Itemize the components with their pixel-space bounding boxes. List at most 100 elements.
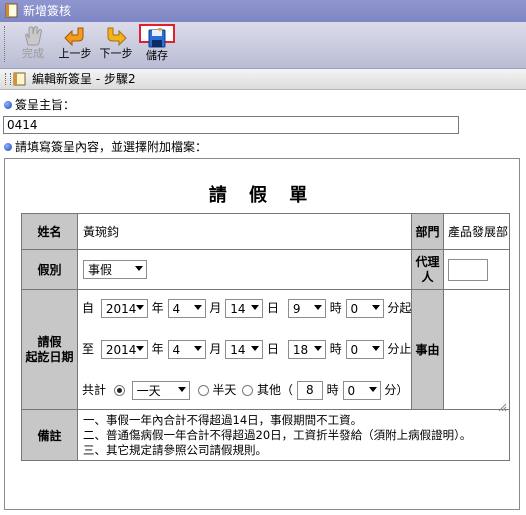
chevron-down-icon (135, 346, 144, 351)
end-hour-value: 18 (292, 343, 309, 357)
toolbar-grip[interactable] (4, 26, 7, 62)
leave-type-value: 事假 (88, 263, 113, 277)
start-minute-select[interactable]: 0 (345, 299, 384, 318)
end-hour-select[interactable]: 18 (287, 340, 326, 359)
next-step-button[interactable]: 下一步 (97, 24, 135, 64)
end-row: 至 2014 年 4 月 14 日 18 時 0 分止 (82, 340, 411, 359)
form-title: 請 假 單 (208, 185, 316, 206)
start-month-value: 4 (172, 302, 181, 316)
period-cell: 自 2014 年 4 月 14 日 9 時 0 分起 至 2014 年 4 月 … (77, 289, 412, 410)
prev-step-button[interactable]: 上一步 (56, 24, 94, 64)
start-hour-value: 9 (292, 302, 301, 316)
arrow-right-icon (107, 27, 127, 47)
start-suffix: 分起 (387, 301, 412, 315)
step-bar-grip (5, 73, 11, 85)
end-day-value: 14 (230, 343, 246, 357)
other-label: 其他（ (257, 383, 294, 397)
end-day-select[interactable]: 14 (225, 340, 264, 359)
subject-label: 簽呈主旨： (4, 98, 75, 113)
hour-unit: 時 (329, 342, 342, 356)
dept-label: 部門 (411, 213, 444, 250)
prev-step-label: 上一步 (58, 47, 92, 60)
other-minute-unit: 分） (384, 383, 409, 397)
end-month-select[interactable]: 4 (167, 340, 206, 359)
end-month-value: 4 (172, 343, 181, 357)
chevron-down-icon (135, 305, 144, 310)
window-titlebar: 新增簽核 (0, 0, 526, 22)
day-unit: 日 (267, 301, 280, 315)
subject-input[interactable]: 0414 (3, 116, 459, 134)
chevron-down-icon (251, 346, 260, 351)
end-minute-value: 0 (350, 343, 359, 357)
start-prefix: 自 (82, 301, 95, 315)
end-year-select[interactable]: 2014 (100, 340, 148, 359)
reason-label: 事由 (411, 289, 444, 410)
start-day-select[interactable]: 14 (225, 299, 264, 318)
chevron-down-icon (193, 346, 202, 351)
agent-input[interactable] (448, 258, 488, 281)
hour-unit: 時 (329, 301, 342, 315)
agent-label: 代理人 (411, 249, 444, 290)
start-row: 自 2014 年 4 月 14 日 9 時 0 分起 (82, 299, 411, 318)
save-label: 儲存 (146, 49, 168, 62)
start-minute-value: 0 (350, 302, 359, 316)
chevron-down-icon (313, 346, 322, 351)
start-month-select[interactable]: 4 (167, 299, 206, 318)
save-disk-icon (148, 28, 166, 48)
chevron-down-icon (251, 305, 260, 310)
end-suffix: 分止 (387, 342, 412, 356)
total-other-radio[interactable] (242, 385, 254, 396)
end-prefix: 至 (82, 342, 95, 356)
start-year-value: 2014 (105, 302, 137, 316)
total-day-select[interactable]: 一天 (131, 381, 190, 400)
note-label: 備註 (21, 409, 78, 461)
other-hours-input[interactable]: 8 (296, 381, 323, 400)
toolbar: 完成 上一步 下一步 儲存 (0, 22, 526, 69)
start-day-value: 14 (230, 302, 246, 316)
window-title: 新增簽核 (23, 4, 72, 18)
year-unit: 年 (151, 301, 164, 315)
note-line-3: 三、其它規定請參照公司請假規則。 (83, 442, 267, 457)
chevron-down-icon (193, 305, 202, 310)
chevron-down-icon (371, 346, 380, 351)
content-prompt-text: 請填寫簽呈內容，並選擇附加檔案： (15, 140, 208, 154)
document-icon (5, 3, 18, 18)
name-label: 姓名 (21, 213, 78, 250)
content-prompt: 請填寫簽呈內容，並選擇附加檔案： (4, 140, 207, 155)
half-day-label: 半天 (212, 383, 237, 397)
total-label: 共計 (82, 383, 107, 397)
end-minute-select[interactable]: 0 (345, 340, 384, 359)
content-editor[interactable]: 請 假 單 姓名 黃琬鈞 部門 產品發展部 假別 事假 代理人 請假起訖日期 (4, 158, 520, 510)
chevron-down-icon (177, 387, 186, 392)
chevron-down-icon (313, 305, 322, 310)
leave-type-select[interactable]: 事假 (83, 260, 147, 279)
total-half-radio[interactable] (197, 385, 209, 396)
chevron-down-icon (135, 266, 143, 271)
save-button[interactable]: 儲存 (139, 24, 175, 62)
chevron-down-icon (368, 387, 377, 392)
finish-button[interactable]: 完成 (16, 24, 50, 64)
start-hour-select[interactable]: 9 (287, 299, 326, 318)
bullet-icon (4, 100, 12, 109)
note-line-2: 二、普通傷病假一年合計不得超過20日，工資折半發給（須附上病假證明）。 (83, 427, 472, 442)
month-unit: 月 (209, 301, 222, 315)
total-row: 共計 一天 半天 其他（ 8 時 0 分） (82, 381, 408, 400)
other-minutes-select[interactable]: 0 (342, 381, 381, 400)
next-step-label: 下一步 (99, 47, 133, 60)
subject-label-text: 簽呈主旨： (15, 98, 76, 112)
notes-cell: 一、事假一年內合計不得超過14日，事假期間不工資。 二、普通傷病假一年合計不得超… (77, 409, 510, 461)
hand-icon (25, 26, 42, 46)
total-day-radio[interactable] (113, 385, 125, 396)
step-label: 編輯新簽呈 - 步驟2 (32, 72, 136, 86)
total-day-value: 一天 (136, 384, 161, 398)
other-minutes-value: 0 (347, 384, 356, 398)
resize-handle-icon[interactable] (497, 402, 507, 412)
start-year-select[interactable]: 2014 (100, 299, 148, 318)
reason-cell[interactable] (443, 289, 510, 410)
step-bar: 編輯新簽呈 - 步驟2 (0, 69, 526, 90)
bullet-icon (4, 142, 12, 151)
year-unit: 年 (151, 342, 164, 356)
end-year-value: 2014 (105, 343, 137, 357)
day-unit: 日 (267, 342, 280, 356)
leave-type-label: 假別 (21, 249, 78, 290)
